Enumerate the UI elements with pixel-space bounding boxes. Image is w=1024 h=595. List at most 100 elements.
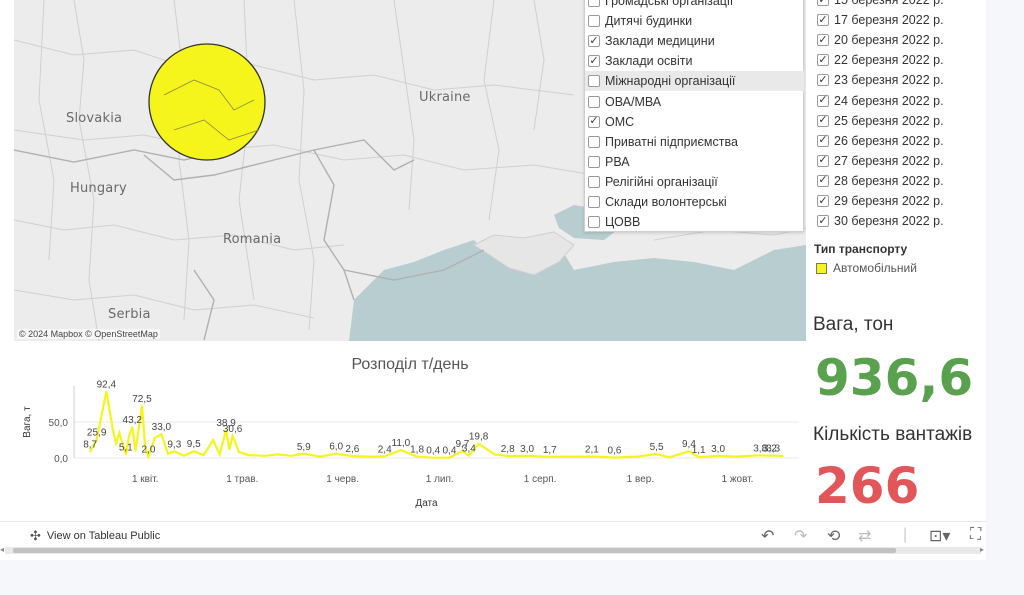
data-label: 3,4 [462, 444, 476, 455]
revert-icon[interactable]: ⟲ [827, 526, 840, 546]
org-filter-item[interactable]: Міжнародні організації [585, 71, 804, 92]
org-filter-item[interactable]: ✓ Заклади освіти [585, 51, 804, 71]
scroll-left-icon[interactable]: ◂ [0, 545, 4, 554]
date-filter-item-label: 29 березня 2022 р. [834, 194, 944, 208]
date-filter-checkbox[interactable]: ✓ [817, 154, 829, 167]
count-kpi-value: 266 [815, 457, 920, 515]
data-point [124, 453, 127, 456]
org-filter-checkbox[interactable] [588, 175, 600, 188]
x-axis-label: Дата [415, 498, 438, 509]
date-filter-item[interactable]: ✓ 30 березня 2022 р. [814, 211, 979, 231]
org-filter-checkbox[interactable] [588, 135, 600, 148]
date-filter-item[interactable]: ✓ 20 березня 2022 р. [814, 30, 979, 50]
date-filter-checkbox[interactable]: ✓ [817, 14, 829, 27]
org-filter-checkbox[interactable] [588, 15, 600, 28]
organization-filter-dropdown[interactable]: Громадські організації Дитячі будинки ✓ Зак… [584, 0, 804, 232]
date-filter-item-label: 26 березня 2022 р. [834, 133, 944, 148]
data-point [367, 455, 370, 458]
org-filter-checkbox[interactable] [588, 95, 600, 108]
org-filter-item[interactable]: ОВА/МВА [585, 92, 804, 112]
org-filter-item[interactable]: РВА [585, 152, 804, 172]
date-filter-item[interactable]: ✓ 15 березня 2022 р. [814, 0, 979, 10]
scroll-right-icon[interactable]: ▸ [980, 545, 984, 554]
org-filter-item-label: Заклади медицини [605, 34, 715, 49]
org-filter-checkbox[interactable] [588, 75, 600, 88]
count-kpi-label: Кількість вантажів [813, 424, 973, 445]
legend-item[interactable]: Автомобільний [816, 261, 917, 275]
org-filter-item[interactable]: Дитячі будинки [585, 11, 804, 31]
date-filter-item[interactable]: ✓ 27 березня 2022 р. [814, 151, 979, 171]
data-point [591, 455, 593, 458]
date-filter-item[interactable]: ✓ 28 березня 2022 р. [814, 171, 979, 191]
date-filter-checkbox[interactable]: ✓ [817, 134, 829, 147]
date-filter-item-label: 22 березня 2022 р. [834, 53, 944, 68]
date-filter-checkbox[interactable]: ✓ [817, 174, 829, 187]
data-point [202, 454, 205, 456]
data-point [759, 454, 761, 457]
share-icon[interactable]: ⊡▾ [929, 526, 950, 546]
date-filter-checkbox[interactable]: ✓ [817, 54, 829, 67]
date-filter-item-label: 25 березня 2022 р. [834, 113, 944, 128]
view-on-tableau-public-link[interactable]: ✣ View on Tableau Public [30, 528, 160, 544]
date-filter-item[interactable]: ✓ 23 березня 2022 р. [814, 70, 979, 90]
date-filter-checkbox[interactable]: ✓ [817, 34, 829, 47]
org-filter-checkbox[interactable]: ✓ [588, 115, 600, 128]
org-filter-item[interactable]: Склади волонтерські [585, 192, 804, 212]
black-sea [349, 240, 806, 341]
redo-icon[interactable]: ↷ [794, 526, 807, 546]
date-filter-checkbox[interactable]: ✓ [817, 74, 829, 87]
org-filter-checkbox[interactable] [588, 0, 600, 7]
data-point [655, 453, 658, 455]
data-label: 25,9 [87, 427, 107, 438]
org-filter-item[interactable]: ✓ ОМС [585, 112, 804, 132]
date-filter-checkbox[interactable]: ✓ [817, 195, 829, 207]
data-label: 5,1 [119, 442, 133, 453]
org-filter-item[interactable]: Приватні підприємства [585, 132, 804, 152]
map-label-serbia: Serbia [108, 307, 151, 322]
daily-weight-line-chart[interactable]: 0,0 50,0 Вага, т 1 квіт. 1 трав. 1 черв. 1 лип… [14, 378, 806, 513]
tableau-toolbar: ✣ View on Tableau Public ↶ ↷ ⟲ ⇄ | ⊡▾ ⛶ [0, 521, 986, 547]
org-filter-checkbox[interactable]: ✓ [588, 35, 600, 48]
org-filter-item[interactable]: ✓ Заклади медицини [585, 31, 804, 51]
data-point [228, 448, 231, 451]
fullscreen-icon[interactable]: ⛶ [970, 526, 981, 544]
org-filter-checkbox[interactable] [588, 216, 600, 229]
refresh-icon[interactable]: ⇄ [858, 526, 871, 546]
data-label: 9,3 [167, 439, 181, 450]
data-point [183, 455, 185, 457]
date-filter-item[interactable]: ✓ 22 березня 2022 р. [814, 50, 979, 70]
date-filter-checkbox[interactable]: ✓ [817, 94, 829, 107]
chart-title: Розподіл т/день [351, 356, 469, 373]
date-filter-list[interactable]: ✓ 15 березня 2022 р. ✓ 17 березня 2022 р. ✓ 2… [814, 0, 984, 232]
data-label: 2,6 [345, 444, 359, 455]
data-point [335, 452, 337, 455]
data-label: 3,0 [520, 444, 534, 455]
org-filter-checkbox[interactable] [588, 155, 600, 168]
x-tick-label: 1 лип. [426, 474, 454, 485]
date-filter-checkbox[interactable]: ✓ [817, 0, 829, 6]
date-filter-item[interactable]: ✓ 26 березня 2022 р. [814, 131, 979, 151]
map-attribution[interactable]: © 2024 Mapbox © OpenStreetMap [17, 329, 160, 339]
date-filter-item[interactable]: ✓ 29 березня 2022 р. [814, 191, 979, 211]
date-filter-checkbox[interactable]: ✓ [817, 114, 829, 127]
scrollbar-thumb[interactable] [13, 548, 896, 553]
data-point [277, 453, 279, 456]
horizontal-scrollbar[interactable] [5, 547, 981, 554]
date-filter-item-label: 17 березня 2022 р. [834, 13, 944, 28]
map-label-slovakia: Slovakia [66, 111, 123, 126]
date-filter-item[interactable]: ✓ 25 березня 2022 р. [814, 111, 979, 131]
data-label: 43,2 [123, 415, 143, 426]
org-filter-item[interactable]: Громадські організації [585, 0, 804, 11]
org-filter-item[interactable]: ЦОВВ [585, 212, 804, 232]
date-filter-item[interactable]: ✓ 17 березня 2022 р. [814, 10, 979, 30]
date-filter-checkbox[interactable]: ✓ [817, 215, 829, 228]
org-filter-checkbox[interactable] [588, 196, 600, 208]
data-point [432, 456, 435, 459]
date-filter-item[interactable]: ✓ 24 березня 2022 р. [814, 91, 979, 111]
data-point [238, 451, 240, 454]
org-filter-item[interactable]: Релігійні організації [585, 172, 804, 192]
date-filter-item-label: 20 березня 2022 р. [834, 33, 944, 48]
data-label: 0,4 [426, 446, 440, 457]
undo-icon[interactable]: ↶ [761, 526, 774, 546]
org-filter-checkbox[interactable]: ✓ [588, 55, 600, 68]
